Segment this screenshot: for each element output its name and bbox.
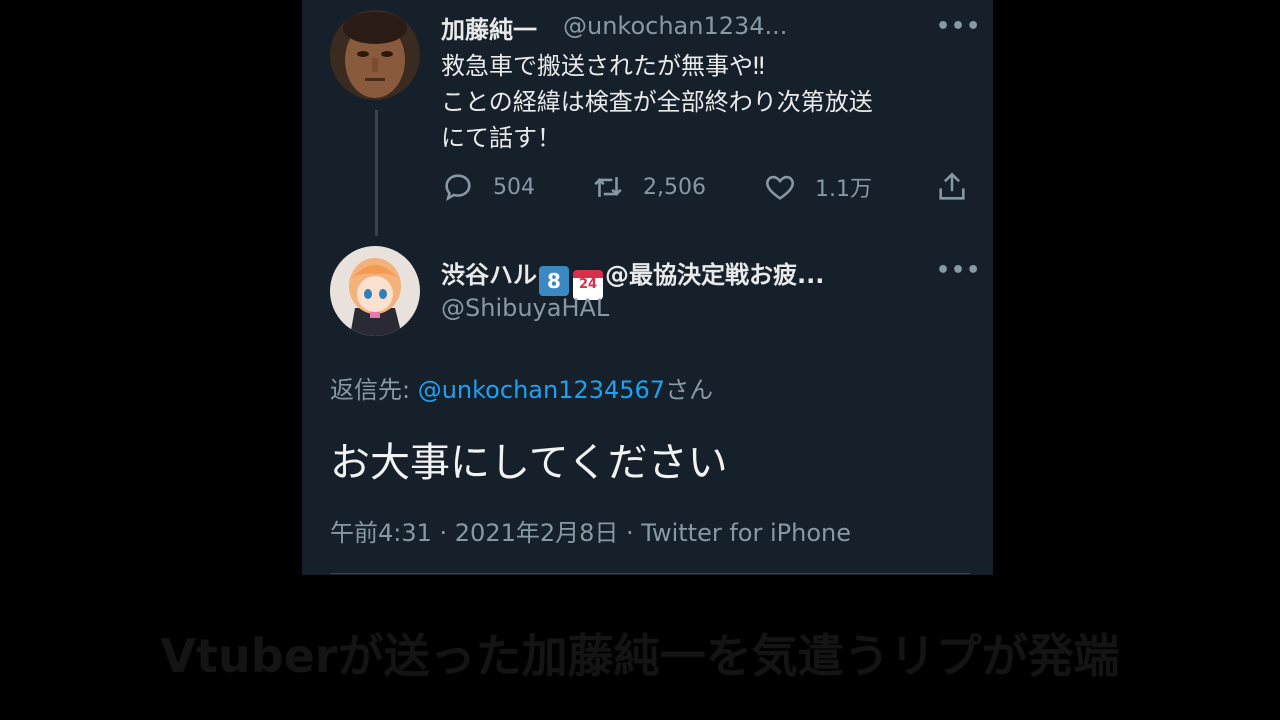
share-icon [939,172,965,200]
more-icon[interactable]: ••• [936,14,981,39]
video-caption: Vtuberが送った加藤純一を気遣うリプが発端 [160,629,1120,683]
tweet2-name-prefix: 渋谷ハル [441,261,537,289]
reply-icon [445,174,471,201]
retweet-count: 2,506 [643,174,706,200]
retweet-icon [594,177,622,197]
like-icon [766,175,794,200]
reply-to-line: 返信先: @unkochan1234567さん [330,370,713,405]
number-eight-text: 8 [547,269,561,293]
avatar-shibuya-hal[interactable] [330,246,420,336]
avatar-kato[interactable] [330,10,420,100]
tweet2-author-handle[interactable]: @ShibuyaHAL [441,294,609,322]
tweet1-author-handle[interactable]: @unkochan1234... [563,12,787,40]
number-eight-emoji: 8 [539,266,569,296]
reply-mention-link[interactable]: @unkochan1234567 [418,376,665,404]
tweet2-name-suffix: @最協決定戦お疲... [605,261,825,289]
more-icon[interactable]: ••• [936,258,981,283]
like-button[interactable]: 1.1万 [763,170,872,204]
reply-to-label: 返信先: [330,376,418,404]
tweet1-author-name[interactable]: 加藤純一 [441,10,537,45]
tweet1-actions: 504 2,506 1.1万 [441,170,971,214]
reply-to-suffix: さん [665,376,714,404]
reply-count: 504 [493,174,535,200]
share-button[interactable] [935,170,987,204]
tweet2-timestamp[interactable]: 午前4:31 · 2021年2月8日 · Twitter for iPhone [330,513,851,548]
tweet-thread-card: 加藤純一 @unkochan1234... ••• 救急車で搬送されたが無事や‼… [302,0,993,575]
tweet2-text: お大事にしてください [330,440,728,486]
reply-button[interactable]: 504 [441,170,535,204]
retweet-button[interactable]: 2,506 [591,170,706,204]
thread-connector-line [375,110,378,236]
divider [330,573,970,574]
like-count: 1.1万 [815,177,872,202]
tweet1-text: 救急車で搬送されたが無事や‼ ことの経緯は検査が全部終わり次第放送 にて話す！ [441,52,873,152]
calendar-text: 24 [578,277,598,292]
